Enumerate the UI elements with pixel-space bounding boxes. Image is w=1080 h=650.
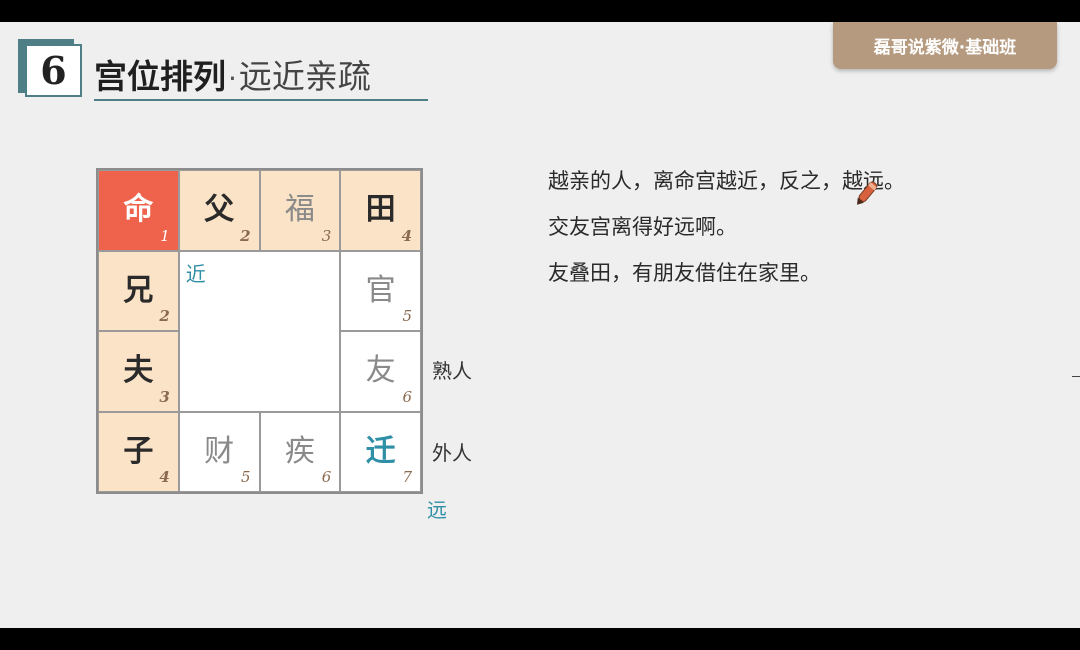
palace-cell-cai: 财 5 — [178, 411, 260, 492]
palace-char: 夫 — [123, 353, 154, 389]
page-title-main: 宫位排列 — [94, 57, 226, 96]
palace-distance: 6 — [402, 387, 412, 406]
palace-cell-fu-fortune: 福 3 — [259, 170, 341, 251]
note-line: 友叠田，有朋友借住在家里。 — [548, 261, 821, 285]
palace-distance: 5 — [402, 307, 412, 325]
palace-cell-guan: 官 5 — [340, 250, 421, 331]
outsider-label: 外人 — [432, 441, 472, 465]
palace-cell-ji: 疾 6 — [259, 411, 341, 492]
palace-char: 财 — [204, 433, 235, 469]
palace-distance: 4 — [401, 226, 412, 245]
acquaintance-label: 熟人 — [432, 359, 472, 383]
palace-char: 福 — [284, 192, 315, 228]
palace-char: 友 — [365, 353, 396, 389]
palace-char: 子 — [123, 433, 154, 469]
palace-char: 田 — [365, 192, 396, 228]
slide-canvas: 磊哥说紫微·基础班 6 宫位排列 · 远近亲疏 命 1 父 2 福 3 田 4 … — [0, 22, 1080, 628]
palace-grid: 命 1 父 2 福 3 田 4 兄 2 近 官 5 夫 3 友 6 子 4 财 … — [96, 168, 423, 494]
palace-distance: 2 — [240, 226, 251, 245]
page-title: 宫位排列 · 远近亲疏 — [94, 50, 371, 100]
grid-center: 近 — [178, 250, 341, 412]
palace-distance: 1 — [160, 226, 170, 245]
palace-char: 父 — [204, 192, 235, 228]
palace-cell-tian: 田 4 — [340, 170, 421, 251]
palace-distance: 5 — [240, 468, 251, 486]
palace-char: 兄 — [123, 272, 154, 308]
palace-distance: 2 — [159, 307, 170, 325]
palace-distance: 3 — [321, 226, 332, 245]
palace-cell-fu-parents: 父 2 — [178, 170, 260, 251]
palace-cell-fu-spouse: 夫 3 — [98, 331, 179, 412]
palace-distance: 4 — [159, 468, 170, 486]
page-title-sub: 远近亲疏 — [238, 57, 371, 96]
palace-char: 疾 — [284, 433, 315, 469]
section-number: 6 — [25, 44, 82, 97]
near-label: 近 — [185, 261, 206, 286]
palace-cell-you: 友 6 — [340, 331, 421, 412]
palace-char: 官 — [365, 272, 396, 308]
edge-mark — [1072, 376, 1080, 377]
palace-distance: 6 — [321, 468, 332, 486]
brand-tab: 磊哥说紫微·基础班 — [833, 22, 1057, 69]
palace-cell-xiong: 兄 2 — [98, 250, 179, 331]
palace-char: 命 — [123, 192, 154, 228]
title-underline — [94, 99, 428, 101]
section-number-badge: 6 — [18, 39, 82, 97]
palace-distance: 3 — [159, 387, 170, 406]
note-line: 交友宫离得好远啊。 — [548, 215, 737, 239]
palace-cell-qian: 迁 7 — [340, 411, 421, 492]
page-title-dot: · — [228, 62, 237, 95]
palace-cell-ming: 命 1 — [98, 170, 179, 251]
pen-icon — [857, 181, 878, 205]
far-label: 远 — [427, 498, 447, 522]
palace-cell-zi: 子 4 — [98, 411, 179, 492]
palace-distance: 7 — [402, 468, 412, 486]
palace-char: 迁 — [365, 433, 396, 469]
